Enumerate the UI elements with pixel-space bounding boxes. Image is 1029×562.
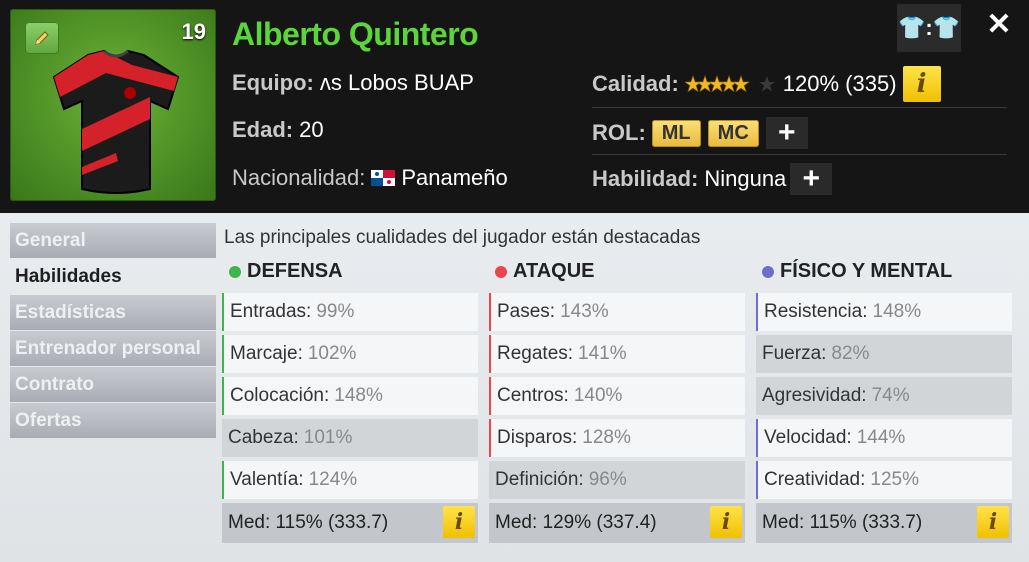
skill-value: Ninguna (704, 166, 787, 191)
sidebar-tabs: General Habilidades Estadísticas Entrena… (10, 223, 216, 439)
add-role-button[interactable]: + (765, 116, 808, 149)
attr-marcaje: Marcaje: 102% (222, 335, 478, 373)
skill-row: Habilidad: Ninguna + (592, 162, 833, 195)
defense-average: Med: 115% (333.7) i (222, 503, 478, 543)
attr-pases: Pases: 143% (489, 293, 745, 331)
attr-disparos: Disparos: 128% (489, 419, 745, 457)
nationality-value: Panameño (401, 165, 508, 190)
attack-heading: ATAQUE (495, 260, 594, 283)
attack-average-value: Med: 129% (337.4) (495, 512, 657, 533)
team-value[interactable]: ʌs Lobos BUAP (320, 70, 474, 96)
attr-fuerza: Fuerza: 82% (756, 335, 1012, 373)
attr-cabeza: Cabeza: 101% (222, 419, 478, 457)
physical-title: FÍSICO Y MENTAL (780, 260, 953, 282)
player-name: Alberto Quintero (232, 16, 479, 52)
quality-row: Calidad: 120% (335) i (592, 66, 941, 102)
defense-average-value: Med: 115% (333.7) (228, 512, 389, 533)
attack-average: Med: 129% (337.4) i (489, 503, 745, 543)
attr-agresividad: Agresividad: 74% (756, 377, 1012, 415)
skills-panel: General Habilidades Estadísticas Entrena… (0, 213, 1029, 562)
tab-habilidades[interactable]: Habilidades (10, 259, 216, 294)
defense-column: Entradas: 99% Marcaje: 102% Colocación: 148… (222, 293, 478, 543)
attack-column: Pases: 143% Regates: 141% Centros: 140% Dis… (489, 293, 745, 543)
red-dot-icon (495, 265, 507, 278)
physical-heading: FÍSICO Y MENTAL (762, 260, 952, 283)
attr-resistencia: Resistencia: 148% (756, 293, 1012, 331)
add-skill-button[interactable]: + (790, 162, 833, 195)
attr-definicion: Definición: 96% (489, 461, 745, 499)
blue-dot-icon (762, 265, 774, 278)
divider (592, 107, 1007, 108)
attr-entradas: Entradas: 99% (222, 293, 478, 331)
tab-entrenador-personal[interactable]: Entrenador personal (10, 331, 216, 366)
physical-average: Med: 115% (333.7) i (756, 503, 1012, 543)
role-row: ROL: ML MC + (592, 116, 808, 149)
role-tag-ml[interactable]: ML (651, 119, 701, 147)
jersey-icon (52, 49, 180, 194)
age-value: 20 (299, 117, 324, 142)
quality-info-button[interactable]: i (902, 66, 941, 102)
attr-creatividad: Creatividad: 125% (756, 461, 1012, 499)
attr-regates: Regates: 141% (489, 335, 745, 373)
player-header: 19 Alberto Quintero 👕:👕 ✕ Equipo: ʌs Lob… (0, 0, 1029, 213)
physical-info-button[interactable]: i (977, 506, 1009, 538)
quality-value: 120% (335) (782, 71, 897, 96)
divider (592, 154, 1007, 155)
skills-subtitle: Las principales cualidades del jugador e… (224, 227, 701, 248)
age-row: Edad: 20 (232, 117, 324, 143)
attack-title: ATAQUE (513, 260, 595, 282)
tab-estadisticas[interactable]: Estadísticas (10, 295, 216, 330)
physical-average-value: Med: 115% (333.7) (762, 512, 923, 533)
attr-colocacion: Colocación: 148% (222, 377, 478, 415)
role-tag-mc[interactable]: MC (707, 119, 759, 147)
player-number: 19 (181, 19, 206, 44)
nationality-label: Nacionalidad: (232, 165, 366, 190)
quality-label: Calidad: (592, 71, 679, 96)
attr-valentia: Valentía: 124% (222, 461, 478, 499)
skill-label: Habilidad: (592, 166, 699, 191)
compare-shirts-button[interactable]: 👕:👕 (897, 4, 961, 52)
tab-general[interactable]: General (10, 223, 216, 258)
quality-stars-icon (684, 75, 775, 93)
nationality-row: Nacionalidad: Panameño (232, 165, 508, 191)
physical-column: Resistencia: 148% Fuerza: 82% Agresividad:… (756, 293, 1012, 543)
role-label: ROL: (592, 120, 646, 145)
panama-flag-icon (371, 170, 396, 186)
jersey-card: 19 (10, 9, 216, 201)
defense-heading: DEFENSA (229, 260, 343, 283)
attack-info-button[interactable]: i (710, 506, 742, 538)
green-dot-icon (229, 265, 241, 278)
close-button[interactable]: ✕ (985, 8, 1013, 41)
attr-centros: Centros: 140% (489, 377, 745, 415)
defense-title: DEFENSA (247, 260, 343, 282)
age-label: Edad: (232, 117, 294, 142)
tab-contrato[interactable]: Contrato (10, 367, 216, 402)
team-row: Equipo: ʌs Lobos BUAP (232, 70, 474, 96)
attr-velocidad: Velocidad: 144% (756, 419, 1012, 457)
tab-ofertas[interactable]: Ofertas (10, 403, 216, 438)
pencil-icon (35, 31, 49, 45)
defense-info-button[interactable]: i (443, 506, 475, 538)
team-label: Equipo: (232, 70, 314, 95)
